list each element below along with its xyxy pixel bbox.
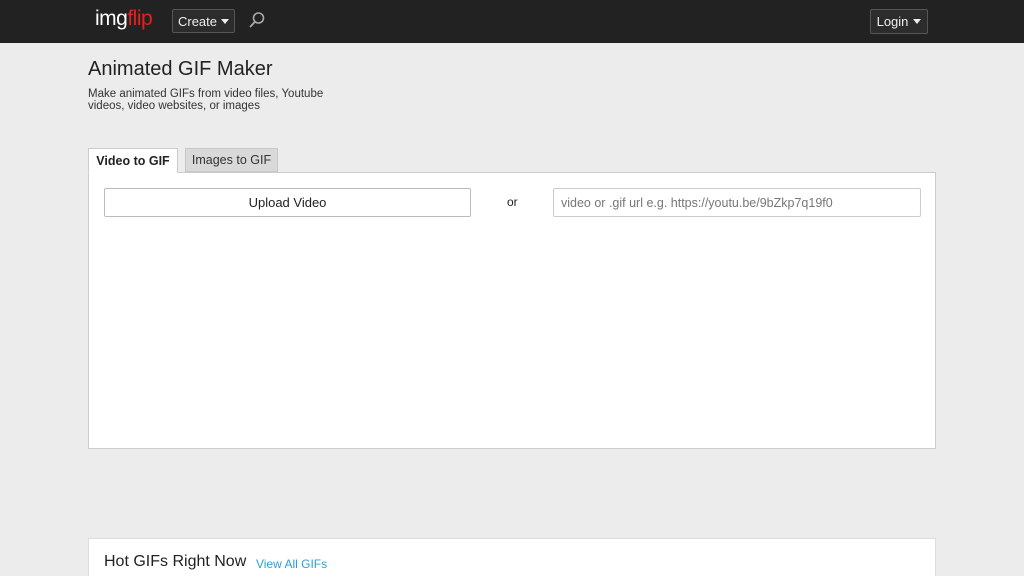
search-icon[interactable]	[248, 11, 266, 29]
view-all-gifs-link[interactable]: View All GIFs	[256, 557, 327, 571]
page-subtitle: Make animated GIFs from video files, You…	[88, 88, 324, 112]
hot-gifs-title: Hot GIFs Right Now	[104, 553, 247, 570]
create-menu-button[interactable]: Create	[172, 9, 235, 33]
page-title: Animated GIF Maker	[88, 58, 273, 80]
video-to-gif-panel: Upload Video or	[88, 172, 936, 449]
tab-images-to-gif[interactable]: Images to GIF	[185, 148, 278, 172]
top-navbar: imgflip Create Login	[0, 0, 1024, 43]
upload-video-button[interactable]: Upload Video	[104, 188, 471, 217]
chevron-down-icon	[221, 18, 230, 24]
login-label: Login	[876, 14, 909, 29]
hot-gifs-section: Hot GIFs Right Now View All GIFs	[88, 538, 936, 576]
create-label: Create	[177, 13, 218, 29]
tab-video-to-gif[interactable]: Video to GIF	[88, 148, 178, 173]
logo-text-img: img	[95, 7, 128, 30]
video-url-input[interactable]	[553, 188, 921, 217]
chevron-down-icon	[913, 19, 922, 24]
logo-text-flip: flip	[127, 7, 153, 30]
or-separator: or	[507, 195, 518, 209]
imgflip-logo[interactable]: imgflip	[95, 7, 153, 31]
login-button[interactable]: Login	[870, 9, 928, 34]
